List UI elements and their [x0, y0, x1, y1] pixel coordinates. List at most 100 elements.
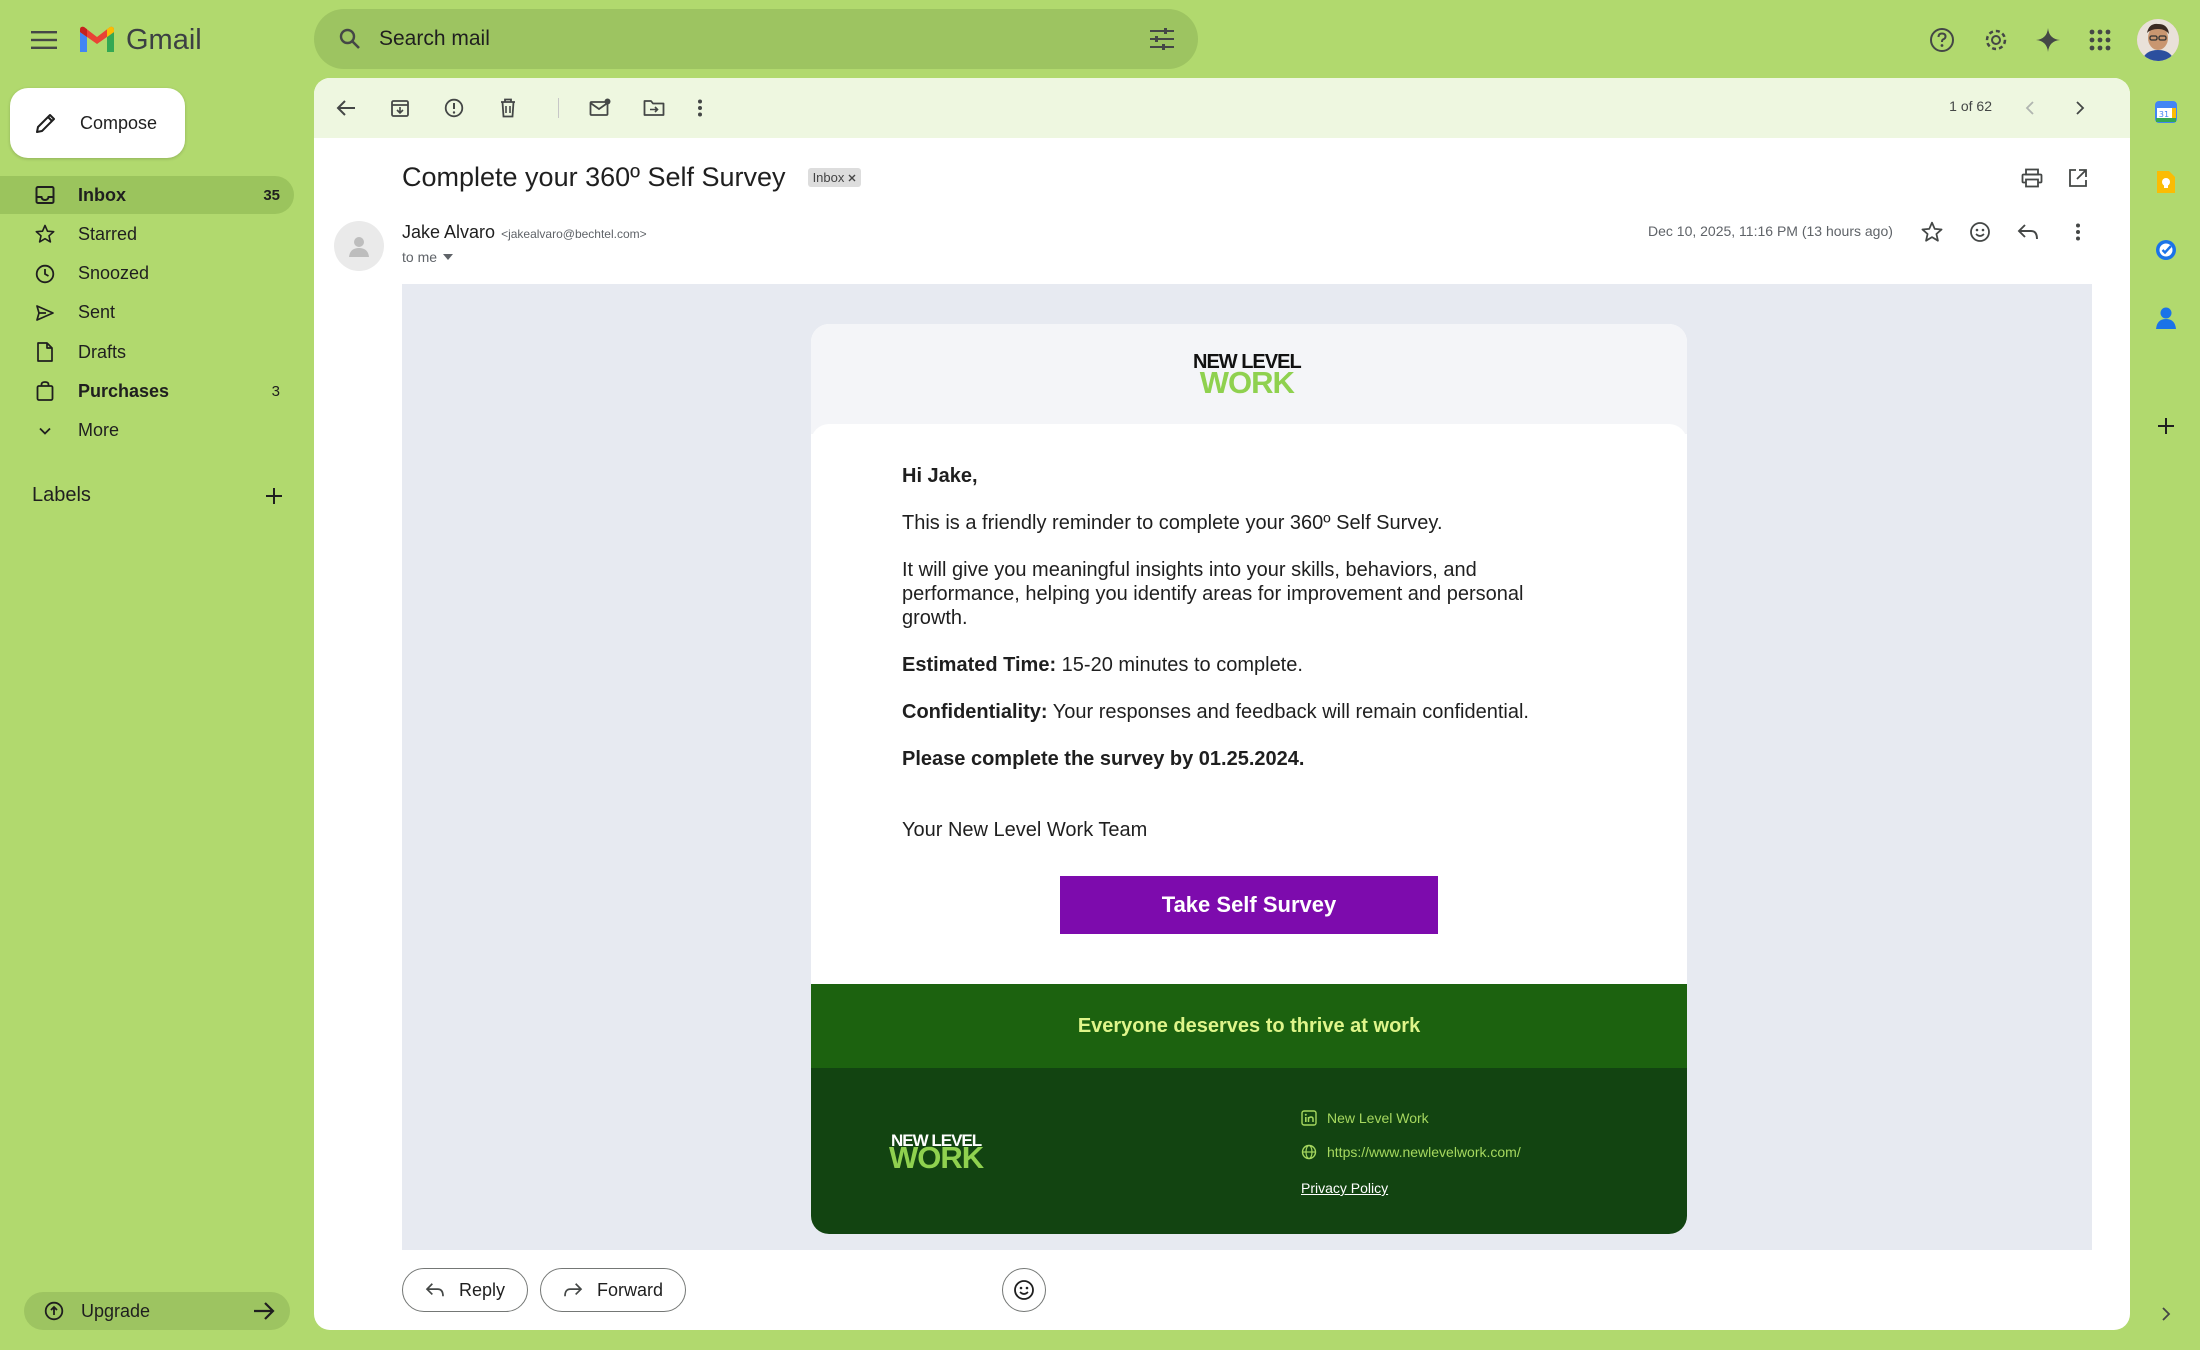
- folder-move-icon: [643, 98, 665, 118]
- archive-icon: [390, 98, 410, 118]
- search-icon[interactable]: [333, 22, 367, 56]
- sidebar-item-starred[interactable]: Starred: [0, 215, 294, 253]
- take-survey-button[interactable]: Take Self Survey: [1060, 876, 1438, 934]
- mark-unread-icon: [589, 98, 611, 118]
- move-to-button[interactable]: [636, 90, 672, 126]
- compose-label: Compose: [80, 112, 158, 133]
- sidebar-item-label: Drafts: [78, 341, 127, 362]
- message-toolbar: 1 of 62: [314, 78, 2130, 138]
- clock-icon: [34, 263, 56, 285]
- sidebar-item-purchases[interactable]: Purchases 3: [0, 372, 294, 410]
- help-button[interactable]: [1922, 20, 1962, 60]
- gemini-button[interactable]: [2028, 20, 2068, 60]
- emoji-reaction-button[interactable]: [1002, 1268, 1046, 1312]
- app-name: Gmail: [126, 23, 202, 56]
- star-button[interactable]: [1914, 214, 1950, 250]
- more-options-button[interactable]: [682, 90, 718, 126]
- reply-header-button[interactable]: [2010, 214, 2046, 250]
- report-spam-button[interactable]: [436, 90, 472, 126]
- pagination-label: 1 of 62: [1949, 98, 1992, 114]
- sidebar-item-inbox[interactable]: Inbox 35: [0, 176, 294, 214]
- email-subject: Complete your 360º Self Survey: [402, 162, 786, 192]
- keep-lightbulb-icon: [2155, 169, 2177, 195]
- older-button[interactable]: [2062, 90, 2098, 126]
- privacy-policy-link[interactable]: Privacy Policy: [1301, 1180, 1388, 1196]
- search-input[interactable]: [379, 19, 1144, 59]
- search-bar[interactable]: [314, 9, 1198, 69]
- calendar-app-button[interactable]: 31: [2150, 96, 2182, 128]
- linkedin-icon: [1301, 1110, 1317, 1126]
- footer-linkedin[interactable]: New Level Work: [1301, 1110, 1429, 1126]
- account-avatar[interactable]: [2137, 19, 2179, 61]
- subject-row: Complete your 360º Self Survey Inbox: [402, 162, 862, 193]
- sidebar-item-label: Inbox: [78, 184, 126, 205]
- footer-website-link[interactable]: https://www.newlevelwork.com/: [1327, 1144, 1521, 1160]
- keep-app-button[interactable]: [2150, 166, 2182, 198]
- add-label-icon[interactable]: [264, 486, 284, 506]
- back-button[interactable]: [328, 90, 364, 126]
- send-icon: [34, 302, 56, 324]
- add-reaction-button[interactable]: [1962, 214, 1998, 250]
- search-options-icon[interactable]: [1144, 21, 1180, 57]
- sidebar-item-drafts[interactable]: Drafts: [0, 333, 294, 371]
- main-menu-button[interactable]: [24, 20, 64, 60]
- more-vert-icon: [2075, 222, 2081, 242]
- message-more-button[interactable]: [2060, 214, 2096, 250]
- gear-icon: [1983, 27, 2009, 53]
- star-icon: [34, 223, 56, 245]
- sidebar-item-snoozed[interactable]: Snoozed: [0, 255, 294, 293]
- compose-button[interactable]: Compose: [10, 88, 185, 158]
- sparkle-icon: [2035, 27, 2061, 53]
- mark-unread-button[interactable]: [582, 90, 618, 126]
- sender-email: <jakealvaro@bechtel.com>: [501, 227, 647, 241]
- email-text: Hi Jake, This is a friendly reminder to …: [902, 464, 1582, 865]
- chevron-down-icon: [34, 420, 56, 442]
- email-body: NEW LEVEL WORK Hi Jake, This is a friend…: [402, 284, 2092, 1250]
- reply-button[interactable]: Reply: [402, 1268, 529, 1312]
- email-date: Dec 10, 2025, 11:16 PM (13 hours ago): [1648, 223, 1893, 239]
- globe-icon: [1301, 1144, 1317, 1160]
- upgrade-button[interactable]: Upgrade: [24, 1292, 290, 1330]
- reply-icon: [2017, 223, 2039, 241]
- inbox-label-chip[interactable]: Inbox: [807, 168, 862, 187]
- forward-label: Forward: [597, 1279, 664, 1300]
- brand-logo: NEW LEVEL WORK: [1193, 352, 1302, 398]
- forward-button[interactable]: Forward: [540, 1268, 687, 1312]
- contacts-app-button[interactable]: [2150, 302, 2182, 334]
- settings-button[interactable]: [1976, 20, 2016, 60]
- inbox-icon: [34, 184, 56, 206]
- recipient-details[interactable]: to me: [402, 249, 454, 265]
- tasks-app-button[interactable]: [2150, 234, 2182, 266]
- get-addons-button[interactable]: [2150, 410, 2182, 442]
- estimated-time-value: 15-20 minutes to complete.: [1056, 654, 1303, 676]
- remove-label-icon[interactable]: [848, 174, 856, 182]
- chevron-left-icon: [2024, 100, 2036, 116]
- sidebar-item-label: More: [78, 420, 120, 441]
- paragraph-reminder: This is a friendly reminder to complete …: [902, 512, 1443, 534]
- print-icon: [2021, 168, 2043, 188]
- newer-button[interactable]: [2012, 90, 2048, 126]
- tasks-check-icon: [2154, 238, 2178, 262]
- sender-avatar[interactable]: [334, 221, 384, 271]
- archive-button[interactable]: [382, 90, 418, 126]
- delete-button[interactable]: [490, 90, 526, 126]
- unread-count: 3: [271, 382, 280, 400]
- calendar-icon: 31: [2154, 100, 2178, 124]
- open-new-window-button[interactable]: [2060, 160, 2096, 196]
- star-outline-icon: [1921, 221, 1943, 243]
- more-vert-icon: [697, 98, 703, 118]
- print-button[interactable]: [2014, 160, 2050, 196]
- show-side-panel-button[interactable]: [2150, 1298, 2182, 1330]
- footer-website[interactable]: https://www.newlevelwork.com/: [1301, 1144, 1521, 1160]
- apps-button[interactable]: [2080, 20, 2120, 60]
- footer-brand-logo: NEW LEVEL WORK: [889, 1132, 984, 1175]
- confidentiality: Confidentiality: Your responses and feed…: [902, 700, 1582, 724]
- forward-icon: [563, 1282, 583, 1298]
- sender-name[interactable]: Jake Alvaro: [402, 222, 495, 243]
- footer-brand-line-2: WORK: [889, 1140, 984, 1175]
- sidebar-item-sent[interactable]: Sent: [0, 294, 294, 332]
- sidebar-item-more[interactable]: More: [0, 412, 294, 450]
- footer-company-link[interactable]: New Level Work: [1327, 1110, 1429, 1126]
- sidebar-item-label: Sent: [78, 302, 116, 323]
- gmail-logo[interactable]: Gmail: [78, 20, 202, 60]
